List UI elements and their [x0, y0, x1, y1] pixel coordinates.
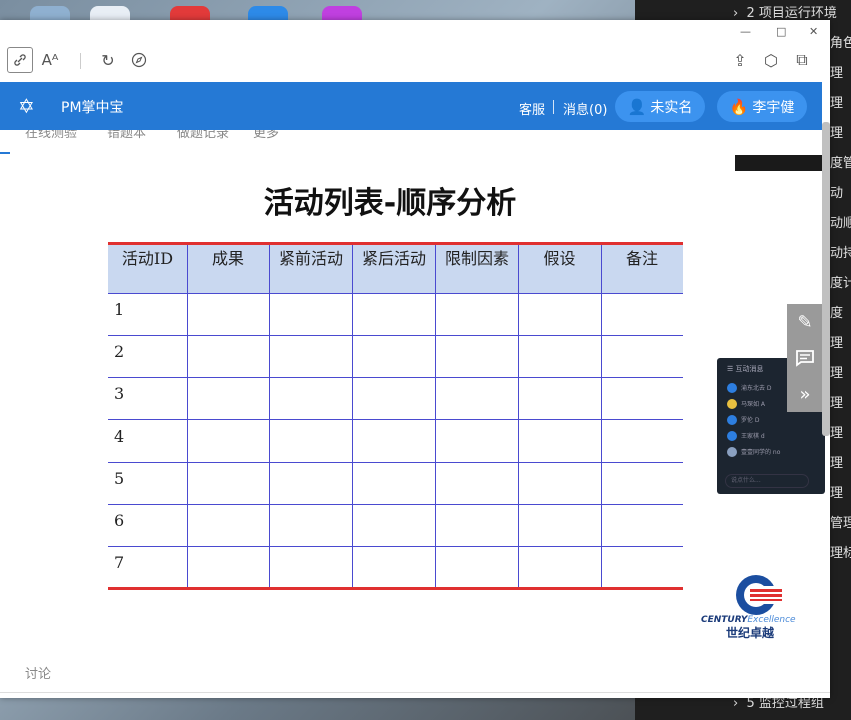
discuss-label[interactable]: 讨论 [25, 663, 51, 682]
toolbar-divider [80, 53, 81, 69]
app-header: ✡ PM掌中宝 客服 消息(0) 👤 未实名 🔥 李宇健 [0, 82, 822, 130]
column-header: 备注 [625, 249, 658, 268]
chat-entry: 王家棋 d [727, 430, 822, 441]
app-title: PM掌中宝 [61, 100, 124, 116]
row-id: 1 [114, 300, 125, 319]
chat-entry: 壹壹同学的 no [727, 446, 822, 457]
outline-fragment: 理 [830, 126, 844, 141]
column-divider [435, 245, 436, 587]
outline-fragment: 动持 [830, 246, 851, 261]
row-id: 2 [114, 342, 125, 361]
double-chevron-right-icon[interactable]: » [787, 376, 823, 412]
tab-wrong-questions[interactable]: 错题本 [107, 130, 146, 141]
verification-button[interactable]: 👤 未实名 [615, 91, 705, 122]
row-id: 3 [114, 384, 125, 403]
footer-divider [0, 692, 830, 693]
row-divider [108, 462, 683, 463]
outline-fragment: 理 [830, 66, 844, 81]
compass-icon[interactable] [126, 47, 152, 73]
chat-input[interactable]: 说点什么... [725, 474, 809, 488]
row-divider [108, 293, 683, 294]
outline-fragment: 管理 [830, 516, 851, 531]
column-header: 紧后活动 [362, 249, 427, 268]
chat-entry: 罗伦 D [727, 414, 822, 425]
chat-title: ☰ 互动消息 [727, 365, 764, 373]
column-divider [601, 245, 602, 587]
row-id: 7 [114, 553, 125, 572]
outline-fragment: 动 [830, 186, 844, 201]
outline-fragment: 理 [830, 336, 844, 351]
table-top-rule [108, 242, 683, 245]
column-divider [187, 245, 188, 587]
column-header: 紧前活动 [279, 249, 344, 268]
column-header: 成果 [211, 249, 244, 268]
row-divider [108, 504, 683, 505]
outline-fragment: 度管 [830, 156, 851, 171]
outline-fragment: 度计 [830, 276, 851, 291]
slide-title: 活动列表-顺序分析 [263, 186, 517, 221]
tab-active-indicator [0, 152, 10, 154]
outline-fragment: 理 [830, 456, 844, 471]
font-size-icon[interactable]: Aᴬ [37, 47, 63, 73]
outline-fragment: 角色 [830, 36, 851, 51]
column-header: 假设 [543, 249, 576, 268]
column-header: 活动ID [121, 249, 174, 268]
tab-more[interactable]: 更多 [253, 130, 279, 141]
column-divider [518, 245, 519, 587]
row-divider [108, 419, 683, 420]
close-button[interactable]: ✕ [809, 25, 818, 38]
tab-online-quiz[interactable]: 在线测验 [25, 130, 77, 141]
row-divider [108, 335, 683, 336]
column-header: 限制因素 [445, 249, 510, 268]
row-divider [108, 546, 683, 547]
row-id: 4 [114, 427, 125, 446]
extension-icon[interactable]: ⧉ [789, 47, 815, 73]
outline-fragment: 动顺 [830, 216, 851, 231]
outline-fragment: 理 [830, 366, 844, 381]
refresh-icon[interactable]: ↻ [95, 47, 121, 73]
column-divider [269, 245, 270, 587]
outline-item[interactable]: › 2 项目运行环境 [733, 2, 837, 21]
table-bottom-rule [108, 587, 683, 590]
messages-link[interactable]: 消息(0) [563, 99, 607, 118]
activity-table: 活动ID 成果 紧前活动 紧后活动 限制因素 假设 备注 1 2 3 4 5 6… [108, 242, 683, 590]
outline-fragment: 理 [830, 396, 844, 411]
minimize-button[interactable]: — [740, 25, 751, 38]
avatar [727, 382, 737, 393]
link-icon[interactable] [7, 47, 33, 73]
video-thumbnail[interactable] [735, 155, 823, 171]
row-divider [108, 377, 683, 378]
avatar [727, 398, 737, 409]
customer-service-link[interactable]: 客服 [519, 99, 545, 118]
column-divider [352, 245, 353, 587]
outline-fragment: 理 [830, 96, 844, 111]
star-logo-icon[interactable]: ✡ [18, 94, 35, 118]
row-id: 6 [114, 511, 125, 530]
outline-fragment: 理 [830, 426, 844, 441]
avatar [727, 430, 737, 441]
user-icon: 👤 [627, 97, 647, 116]
outline-fragment: 理 [830, 486, 844, 501]
comment-icon[interactable] [787, 340, 823, 376]
tab-strip: 在线测验 错题本 做题记录 更多 [0, 130, 822, 156]
browser-toolbar: Aᴬ ↻ ⇪ ⬡ ⧉ [0, 44, 830, 78]
pencil-icon[interactable]: ✎ [787, 304, 823, 340]
flame-icon: 🔥 [729, 97, 749, 116]
verification-label: 未实名 [650, 99, 693, 116]
outline-fragment: 度 [830, 306, 844, 321]
maximize-button[interactable]: □ [776, 25, 786, 38]
share-icon[interactable]: ⇪ [727, 47, 753, 73]
company-name-cn: 世纪卓越 [726, 626, 775, 640]
row-id: 5 [114, 469, 125, 488]
avatar [727, 414, 737, 425]
floating-actions: ✎ » [787, 304, 823, 412]
avatar [727, 446, 737, 457]
header-divider [553, 100, 554, 114]
outline-fragment: 理标 [830, 546, 851, 561]
scrollbar[interactable] [822, 122, 830, 436]
cube-icon[interactable]: ⬡ [758, 47, 784, 73]
user-name: 李宇健 [752, 99, 795, 116]
tab-history[interactable]: 做题记录 [177, 130, 229, 141]
user-menu-button[interactable]: 🔥 李宇健 [717, 91, 807, 122]
